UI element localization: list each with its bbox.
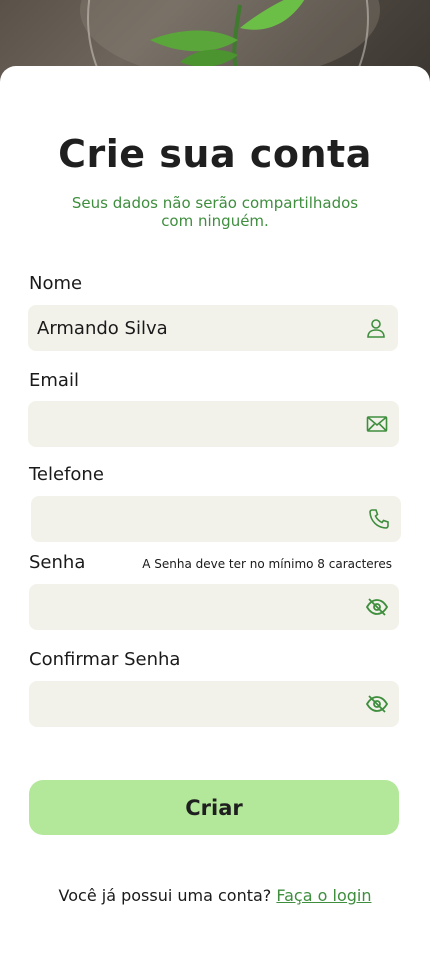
- phone-input[interactable]: [31, 496, 401, 542]
- email-field-container: [28, 401, 399, 447]
- user-icon: [367, 319, 385, 338]
- password-field-container: [29, 584, 399, 630]
- password-label: Senha: [29, 552, 86, 573]
- page-subtitle: Seus dados não serão compartilhados com …: [71, 194, 359, 230]
- phone-field-container: [31, 496, 401, 542]
- name-input[interactable]: [28, 305, 398, 351]
- eye-off-icon[interactable]: [365, 595, 389, 619]
- login-link[interactable]: Faça o login: [276, 886, 371, 905]
- name-field-container: [28, 305, 398, 351]
- login-prompt: Você já possui uma conta? Faça o login: [0, 886, 430, 905]
- email-input[interactable]: [28, 401, 399, 447]
- email-label: Email: [29, 370, 79, 391]
- login-question: Você já possui uma conta?: [58, 886, 272, 905]
- page-title: Crie sua conta: [58, 132, 372, 176]
- confirm-password-field-container: [29, 681, 399, 727]
- confirm-password-label: Confirmar Senha: [29, 649, 181, 670]
- password-hint: A Senha deve ter no mínimo 8 caracteres: [142, 557, 392, 571]
- password-input[interactable]: [29, 584, 399, 630]
- eye-off-icon[interactable]: [365, 692, 389, 716]
- create-account-button[interactable]: Criar: [29, 780, 399, 835]
- mail-icon: [366, 416, 388, 432]
- confirm-password-input[interactable]: [29, 681, 399, 727]
- phone-icon: [369, 509, 389, 529]
- phone-label: Telefone: [29, 464, 104, 485]
- name-label: Nome: [29, 273, 83, 294]
